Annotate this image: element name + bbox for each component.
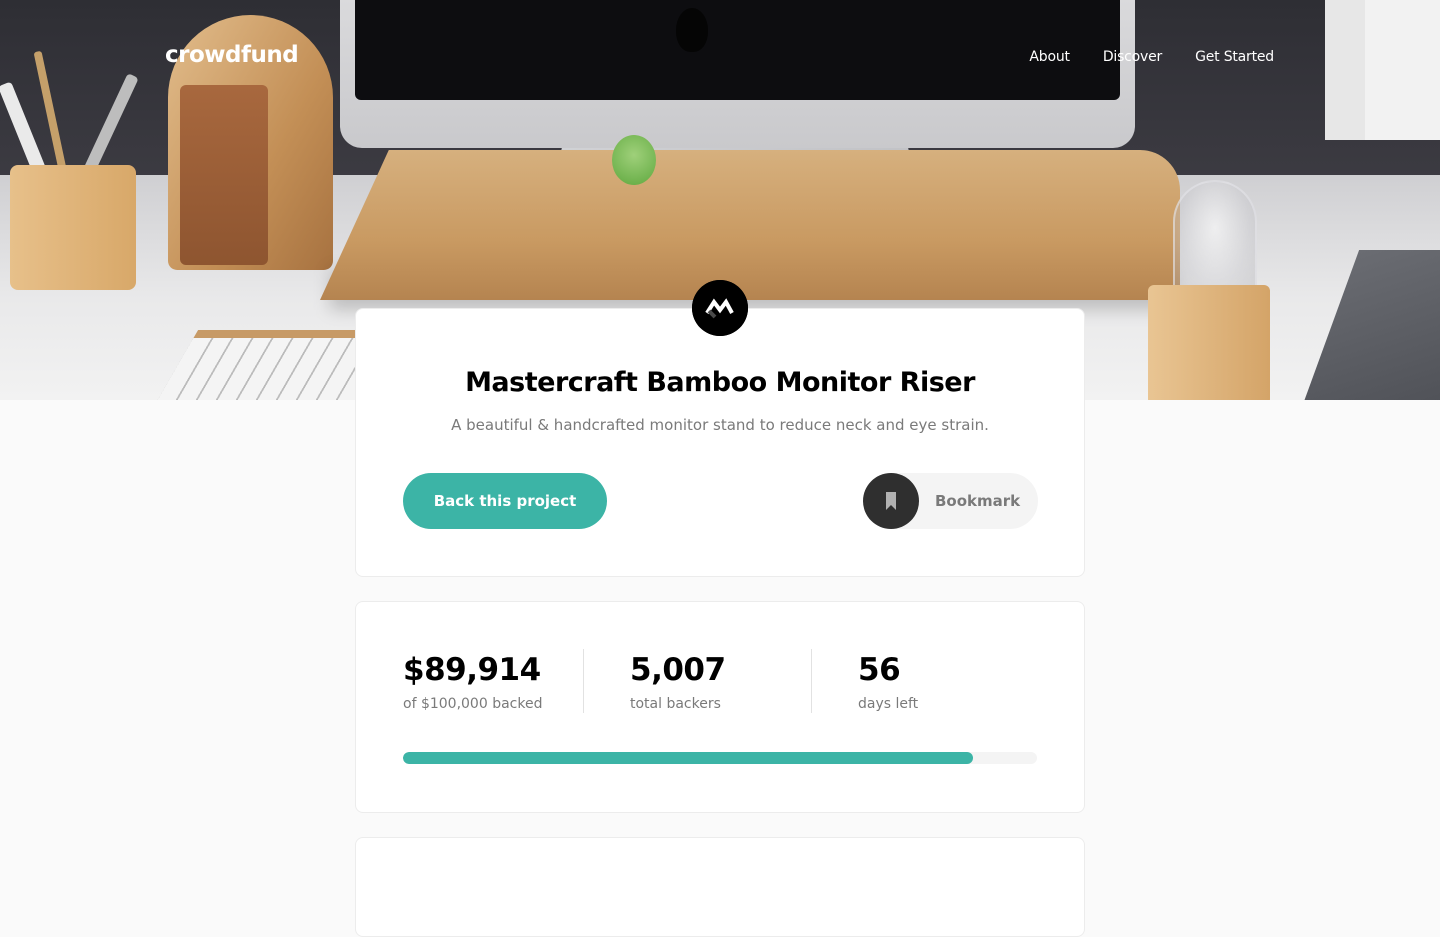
- brand-logo[interactable]: crowdfund: [165, 42, 299, 68]
- speaker-grille: [180, 85, 268, 265]
- bookmark-button[interactable]: Bookmark: [863, 473, 1038, 529]
- about-card: [355, 837, 1085, 937]
- stat-backed: $89,914 of $100,000 backed: [403, 652, 542, 712]
- bookmark-icon-circle: [863, 473, 919, 529]
- stat-days-value: 56: [858, 652, 901, 688]
- back-project-button[interactable]: Back this project: [403, 473, 607, 529]
- stat-backers-label: total backers: [630, 696, 721, 712]
- main-nav: About Discover Get Started: [1029, 49, 1274, 65]
- stat-backers-value: 5,007: [630, 652, 726, 688]
- toy-figure: [612, 135, 656, 185]
- stat-backed-label: of $100,000 backed: [403, 696, 543, 712]
- apple-logo-icon: [676, 8, 708, 52]
- bamboo-riser: [320, 150, 1180, 300]
- nav-link-get-started[interactable]: Get Started: [1195, 49, 1274, 65]
- project-subtitle: A beautiful & handcrafted monitor stand …: [451, 416, 989, 434]
- nav-link-about[interactable]: About: [1029, 49, 1070, 65]
- stat-divider: [811, 649, 812, 713]
- funding-progress-fill: [403, 752, 974, 764]
- bookmark-icon: [886, 492, 896, 510]
- project-card: Mastercraft Bamboo Monitor Riser A beaut…: [355, 308, 1085, 577]
- bookmark-label: Bookmark: [935, 492, 1021, 510]
- stat-divider: [583, 649, 584, 713]
- window-frame: [1325, 0, 1440, 140]
- stat-backed-value: $89,914: [403, 652, 541, 688]
- stats-card: $89,914 of $100,000 backed 5,007 total b…: [355, 601, 1085, 813]
- lamp-base: [1148, 285, 1270, 400]
- stat-backers: 5,007 total backers: [630, 652, 726, 712]
- project-title: Mastercraft Bamboo Monitor Riser: [465, 367, 975, 398]
- funding-progress-bar: [403, 752, 1037, 764]
- project-logo: [692, 280, 748, 336]
- nav-link-discover[interactable]: Discover: [1103, 49, 1162, 65]
- mastercraft-logo-icon: [692, 280, 748, 336]
- stat-days-left: 56 days left: [858, 652, 918, 712]
- light-bulb: [1173, 180, 1257, 298]
- pen-holder: [10, 165, 136, 290]
- monitor-screen: [355, 0, 1120, 100]
- stat-days-label: days left: [858, 696, 919, 712]
